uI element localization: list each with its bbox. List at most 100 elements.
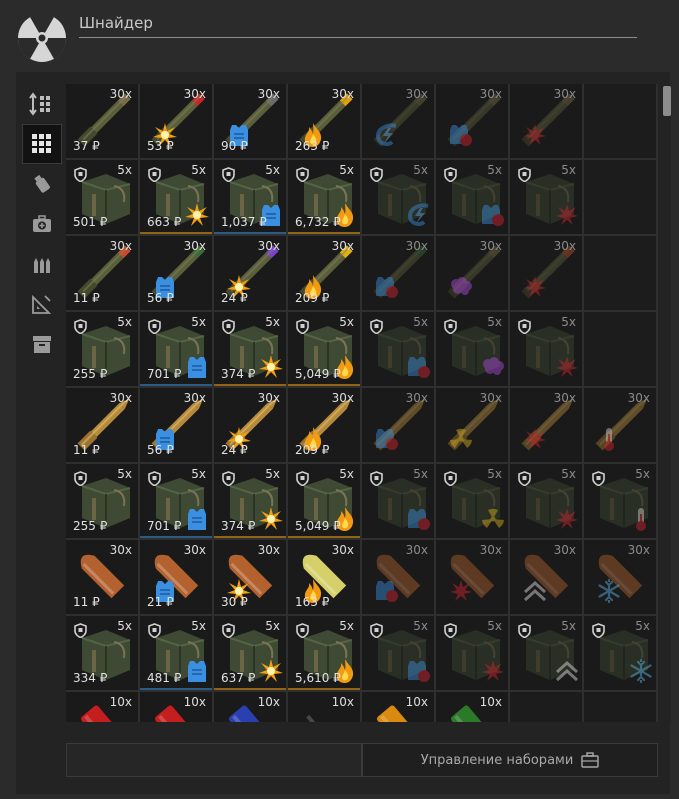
item-slot[interactable]: 10x: [436, 692, 510, 722]
item-slot[interactable]: 30x 37 ₽: [66, 84, 140, 160]
grenades-category-button[interactable]: [23, 165, 61, 203]
item-count: 30x: [257, 239, 280, 253]
item-slot[interactable]: 5x 5,610 ₽: [288, 616, 362, 692]
item-slot[interactable]: 30x: [436, 84, 510, 160]
item-price: 209 ₽: [295, 291, 330, 305]
item-slot[interactable]: 5x 6,732 ₽: [288, 160, 362, 236]
item-slot[interactable]: 5x 701 ₽: [140, 464, 214, 540]
item-slot[interactable]: 5x 255 ₽: [66, 464, 140, 540]
archive-category-button[interactable]: [23, 325, 61, 363]
item-slot[interactable]: 5x 5,049 ₽: [288, 312, 362, 388]
item-slot[interactable]: 30x: [362, 236, 436, 312]
shield-badge-icon: [222, 167, 235, 182]
item-slot[interactable]: 5x: [584, 464, 658, 540]
item-slot[interactable]: 10x: [288, 692, 362, 722]
item-slot[interactable]: 5x: [510, 616, 584, 692]
item-slot[interactable]: 5x: [436, 616, 510, 692]
shield-badge-icon: [444, 623, 457, 638]
item-slot[interactable]: 30x 209 ₽: [288, 388, 362, 464]
item-slot[interactable]: 30x 24 ₽: [214, 236, 288, 312]
item-slot[interactable]: 30x 30 ₽: [214, 540, 288, 616]
item-count: 5x: [487, 467, 502, 481]
item-slot[interactable]: 5x 701 ₽: [140, 312, 214, 388]
item-slot[interactable]: 30x: [436, 388, 510, 464]
archive-icon: [33, 336, 51, 353]
item-slot[interactable]: 30x 11 ₽: [66, 540, 140, 616]
item-slot[interactable]: 5x: [362, 464, 436, 540]
tools-category-button[interactable]: [23, 285, 61, 323]
item-slot[interactable]: 5x 501 ₽: [66, 160, 140, 236]
item-price: 255 ₽: [73, 367, 108, 381]
item-slot[interactable]: 30x: [584, 388, 658, 464]
item-slot[interactable]: 30x: [510, 236, 584, 312]
item-slot[interactable]: 5x: [436, 464, 510, 540]
item-slot[interactable]: 30x 11 ₽: [66, 388, 140, 464]
item-slot[interactable]: 30x 24 ₽: [214, 388, 288, 464]
item-slot[interactable]: 5x 1,037 ₽: [214, 160, 288, 236]
item-slot[interactable]: 5x 5,049 ₽: [288, 464, 362, 540]
shield-badge-icon: [74, 319, 87, 334]
item-price: 53 ₽: [147, 139, 174, 153]
item-slot[interactable]: 30x 21 ₽: [140, 540, 214, 616]
item-slot[interactable]: 5x: [362, 160, 436, 236]
item-slot[interactable]: 5x 637 ₽: [214, 616, 288, 692]
item-slot[interactable]: 5x 374 ₽: [214, 312, 288, 388]
item-slot[interactable]: 5x: [362, 312, 436, 388]
item-slot[interactable]: 5x: [510, 464, 584, 540]
item-slot[interactable]: 10x: [140, 692, 214, 722]
item-slot[interactable]: 30x 53 ₽: [140, 84, 214, 160]
item-slot[interactable]: 30x: [510, 388, 584, 464]
item-slot[interactable]: 30x: [510, 84, 584, 160]
item-slot[interactable]: 5x: [584, 616, 658, 692]
sort-button[interactable]: [23, 85, 61, 123]
item-slot[interactable]: 5x 334 ₽: [66, 616, 140, 692]
item-slot[interactable]: 30x 56 ₽: [140, 236, 214, 312]
item-slot[interactable]: 30x 209 ₽: [288, 236, 362, 312]
item-slot[interactable]: 30x 90 ₽: [214, 84, 288, 160]
item-slot[interactable]: 5x: [510, 160, 584, 236]
shield-badge-icon: [370, 319, 383, 334]
shield-badge-icon: [148, 319, 161, 334]
grid-scrollbar[interactable]: [663, 85, 671, 722]
scrollbar-thumb[interactable]: [663, 86, 671, 116]
empty-slot: [584, 312, 658, 388]
item-slot[interactable]: 30x: [362, 388, 436, 464]
item-slot[interactable]: 30x: [436, 540, 510, 616]
item-price: 663 ₽: [147, 215, 182, 229]
armor-vest-damaged-icon: [450, 125, 472, 146]
item-count: 30x: [553, 87, 576, 101]
item-slot[interactable]: 30x: [510, 540, 584, 616]
item-slot[interactable]: 5x: [436, 312, 510, 388]
item-slot[interactable]: 30x: [584, 540, 658, 616]
empty-slot: [584, 84, 658, 160]
item-slot[interactable]: 5x: [362, 616, 436, 692]
shield-badge-icon: [296, 471, 309, 486]
item-count: 5x: [117, 467, 132, 481]
empty-slot: [584, 692, 658, 722]
shield-badge-icon: [518, 471, 531, 486]
item-slot[interactable]: 5x 481 ₽: [140, 616, 214, 692]
item-slot[interactable]: 30x: [362, 540, 436, 616]
shield-badge-icon: [74, 167, 87, 182]
item-slot[interactable]: 5x 255 ₽: [66, 312, 140, 388]
medical-category-button[interactable]: [23, 205, 61, 243]
item-slot[interactable]: 30x 263 ₽: [288, 84, 362, 160]
item-slot[interactable]: 30x 11 ₽: [66, 236, 140, 312]
item-slot[interactable]: 5x 374 ₽: [214, 464, 288, 540]
item-slot[interactable]: 5x 663 ₽: [140, 160, 214, 236]
item-slot[interactable]: 10x: [66, 692, 140, 722]
item-slot[interactable]: 5x: [510, 312, 584, 388]
item-slot[interactable]: 30x 163 ₽: [288, 540, 362, 616]
item-price: 11 ₽: [73, 595, 100, 609]
item-slot[interactable]: 30x: [362, 84, 436, 160]
item-slot[interactable]: 30x 56 ₽: [140, 388, 214, 464]
item-slot[interactable]: 10x: [362, 692, 436, 722]
item-price: 334 ₽: [73, 671, 108, 685]
ammo-category-button[interactable]: [23, 245, 61, 283]
item-slot[interactable]: 30x: [436, 236, 510, 312]
briefcase-icon: [581, 752, 599, 768]
item-slot[interactable]: 5x: [436, 160, 510, 236]
manage-sets-button[interactable]: Управление наборами: [362, 743, 658, 777]
item-slot[interactable]: 10x: [214, 692, 288, 722]
grid-view-button[interactable]: [22, 124, 62, 164]
